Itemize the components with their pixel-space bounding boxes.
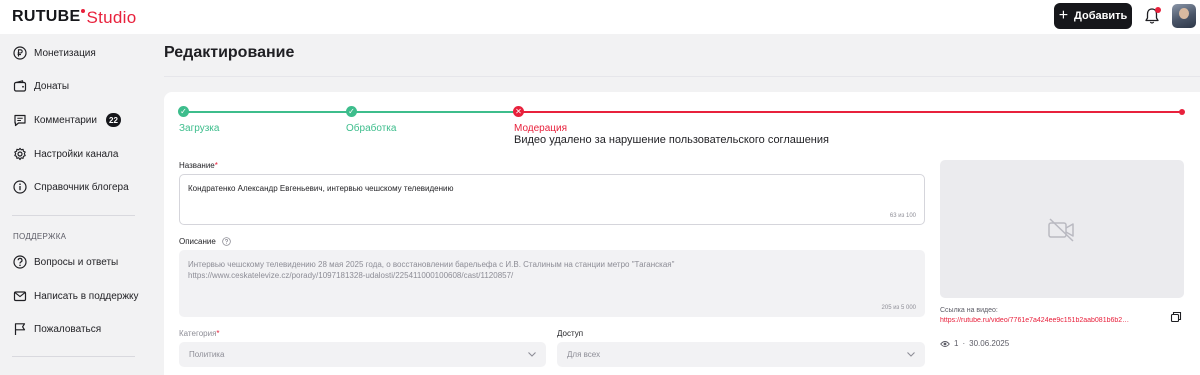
title-divider bbox=[164, 76, 1200, 77]
info-icon bbox=[13, 180, 27, 194]
video-off-icon bbox=[1048, 218, 1074, 242]
question-icon bbox=[13, 255, 27, 269]
notification-dot bbox=[1155, 7, 1161, 13]
mail-icon bbox=[13, 291, 27, 302]
title-char-counter: 63 из 100 bbox=[889, 213, 916, 219]
support-section-title: ПОДДЕРЖКА bbox=[13, 232, 67, 241]
access-field-label: Доступ bbox=[557, 329, 584, 338]
check-icon: ✓ bbox=[178, 106, 189, 117]
logo-dot bbox=[81, 9, 86, 13]
eye-icon bbox=[940, 340, 950, 347]
video-link-label: Ссылка на видео: bbox=[940, 307, 998, 314]
top-bar: RUTUBE Studio + Добавить bbox=[0, 0, 1200, 34]
comment-icon bbox=[14, 114, 26, 127]
sidebar-item-channel-settings[interactable]: Настройки канала bbox=[13, 144, 118, 164]
category-select[interactable]: Политика bbox=[179, 342, 546, 367]
title-field-label: Название* bbox=[179, 161, 218, 170]
step-line-processing bbox=[351, 111, 518, 113]
chevron-down-icon bbox=[528, 352, 536, 357]
copy-icon[interactable] bbox=[1170, 311, 1182, 323]
step-line-upload bbox=[183, 111, 351, 113]
access-value: Для всех bbox=[567, 350, 601, 359]
video-stats: 1 · 30.06.2025 bbox=[940, 339, 1009, 348]
video-preview bbox=[940, 160, 1184, 298]
sidebar-item-label: Донаты bbox=[34, 80, 70, 92]
flag-icon bbox=[14, 323, 26, 335]
gear-icon bbox=[14, 147, 26, 161]
logo-sub: Studio bbox=[86, 8, 137, 27]
step-label-processing: Обработка bbox=[346, 123, 397, 134]
step-label-upload: Загрузка bbox=[179, 123, 220, 134]
required-mark: * bbox=[216, 329, 220, 338]
views-count: 1 bbox=[954, 339, 959, 348]
page-title: Редактирование bbox=[164, 44, 295, 61]
sidebar-item-label: Пожаловаться bbox=[34, 323, 102, 335]
required-mark: * bbox=[214, 161, 218, 170]
sidebar-divider bbox=[12, 215, 135, 216]
sidebar-divider bbox=[12, 356, 135, 357]
sidebar-item-label: Написать в поддержку bbox=[34, 290, 139, 302]
logo-main: RUTUBE bbox=[12, 8, 81, 25]
description-char-counter: 205 из 5 000 bbox=[881, 305, 916, 311]
sidebar-item-label: Монетизация bbox=[34, 47, 96, 59]
title-input[interactable]: Кондратенко Александр Евгеньевич, интерв… bbox=[179, 174, 925, 225]
description-line-2: https://www.ceskatelevize.cz/porady/1097… bbox=[188, 271, 514, 280]
comments-count-badge: 22 bbox=[105, 113, 121, 127]
video-link[interactable]: https://rutube.ru/video/7761e7a424ee9c15… bbox=[940, 317, 1162, 324]
description-input[interactable]: Интервью чешскому телевидению 28 мая 202… bbox=[179, 250, 925, 317]
step-label-moderation: Модерация bbox=[514, 123, 568, 134]
category-value: Политика bbox=[189, 350, 225, 359]
sidebar-item-monetization[interactable]: Монетизация bbox=[13, 43, 96, 63]
description-field-label: Описание bbox=[179, 237, 231, 246]
cross-icon: ✕ bbox=[513, 106, 524, 117]
sidebar-item-report[interactable]: Пожаловаться bbox=[13, 319, 101, 339]
stats-separator: · bbox=[962, 339, 966, 348]
step-end-dot bbox=[1179, 109, 1185, 115]
category-label-text: Категория bbox=[179, 329, 217, 338]
wallet-icon bbox=[13, 80, 27, 92]
title-input-value: Кондратенко Александр Евгеньевич, интерв… bbox=[188, 184, 454, 193]
sidebar-item-blogger-guide[interactable]: Справочник блогера bbox=[13, 177, 129, 197]
step-line-moderation bbox=[518, 111, 1183, 113]
add-button[interactable]: + Добавить bbox=[1054, 3, 1132, 29]
rutube-studio-logo[interactable]: RUTUBE Studio bbox=[12, 8, 136, 28]
chevron-down-icon bbox=[907, 352, 915, 357]
category-field-label: Категория* bbox=[179, 329, 220, 338]
check-icon: ✓ bbox=[346, 106, 357, 117]
help-icon[interactable] bbox=[222, 237, 231, 246]
ruble-coin-icon bbox=[13, 46, 27, 60]
access-select[interactable]: Для всех bbox=[557, 342, 925, 367]
sidebar-item-faq[interactable]: Вопросы и ответы bbox=[13, 252, 118, 272]
sidebar-item-comments[interactable]: Комментарии 22 bbox=[13, 110, 121, 130]
sidebar-item-write-support[interactable]: Написать в поддержку bbox=[13, 286, 139, 306]
sidebar-item-label: Справочник блогера bbox=[34, 181, 129, 193]
description-line-1: Интервью чешскому телевидению 28 мая 202… bbox=[188, 260, 675, 269]
moderation-message: Видео удалено за нарушение пользовательс… bbox=[514, 134, 829, 146]
sidebar-item-label: Вопросы и ответы bbox=[34, 256, 119, 268]
sidebar-item-donations[interactable]: Донаты bbox=[13, 76, 69, 96]
plus-icon: + bbox=[1058, 6, 1069, 24]
sidebar-item-label: Комментарии bbox=[34, 114, 97, 126]
description-label-text: Описание bbox=[179, 237, 216, 246]
title-label-text: Название bbox=[179, 161, 215, 170]
add-button-label: Добавить bbox=[1074, 10, 1128, 22]
sidebar-item-label: Настройки канала bbox=[34, 148, 119, 160]
avatar[interactable] bbox=[1172, 4, 1196, 28]
publish-date: 30.06.2025 bbox=[969, 339, 1010, 348]
